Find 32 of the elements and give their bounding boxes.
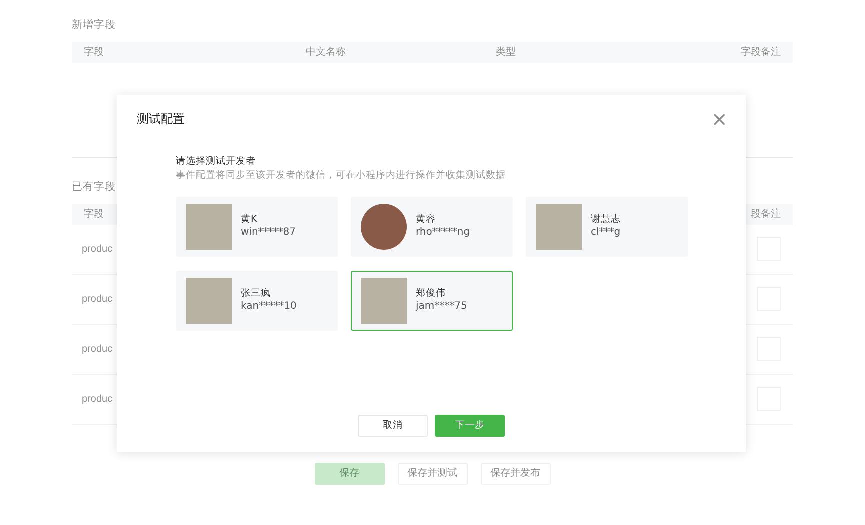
developer-account: kan*****10: [241, 300, 297, 314]
column-header: 字段备注: [741, 46, 781, 60]
column-header: 字段: [84, 46, 105, 60]
table-cell-text: produc: [82, 342, 113, 356]
dialog-title: 测试配置: [137, 111, 185, 128]
table-cell-text: produc: [82, 242, 113, 256]
action-button[interactable]: 取消: [358, 415, 428, 437]
developer-name: 谢慧志: [591, 214, 621, 226]
developer-card[interactable]: 张三疯 kan*****10: [176, 270, 338, 330]
dialog-description: 事件配置将同步至该开发者的微信，可在小程序内进行操作并收集测试数据: [176, 169, 507, 184]
developer-card[interactable]: 黄容 rho*****ng: [351, 196, 513, 256]
column-header: 段备注: [751, 208, 781, 222]
developer-account: rho*****ng: [416, 226, 470, 240]
developer-account: win*****87: [241, 226, 296, 240]
section-title: 已有字段: [72, 180, 117, 195]
column-header: 中文名称: [306, 46, 347, 60]
dialog-heading: 请选择测试开发者: [176, 155, 257, 169]
developer-card[interactable]: 谢慧志 cl***g: [526, 196, 688, 256]
table-cell-text: produc: [82, 392, 113, 406]
developer-name: 黄容: [416, 214, 437, 226]
developer-name: 黄K: [241, 214, 258, 226]
column-header: 类型: [496, 46, 516, 60]
developer-card[interactable]: 黄K win*****87: [176, 196, 338, 256]
column-header: 字段: [84, 208, 104, 222]
close-button[interactable]: ×: [707, 109, 732, 129]
developer-card[interactable]: 郑俊伟 jam****75: [351, 270, 513, 330]
table-cell-text: produc: [82, 292, 113, 306]
developer-name: 张三疯: [241, 288, 272, 300]
section-title: 新增字段: [72, 18, 117, 33]
developer-name: 郑俊伟: [416, 288, 447, 300]
developer-account: jam****75: [416, 300, 468, 314]
developer-account: cl***g: [591, 226, 621, 240]
